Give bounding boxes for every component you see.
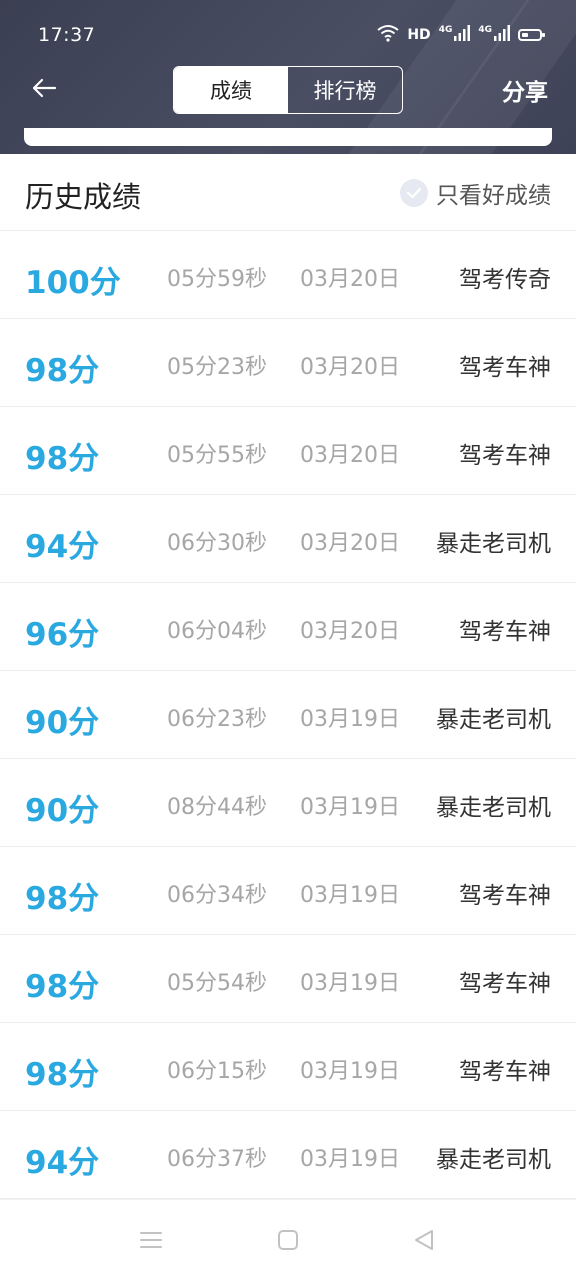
header: 17:37 HD 4G 4G 成绩 排行榜 分享 bbox=[0, 0, 576, 154]
triangle-back-icon bbox=[413, 1229, 435, 1255]
record-title: 暴走老司机 bbox=[436, 1147, 551, 1173]
record-title: 驾考车神 bbox=[459, 443, 551, 469]
record-score: 90分 bbox=[25, 705, 100, 741]
list-item[interactable]: 90分 06分23秒 03月19日 暴走老司机 bbox=[0, 671, 576, 759]
record-date: 03月19日 bbox=[300, 1147, 400, 1172]
record-duration: 06分37秒 bbox=[167, 1147, 267, 1172]
record-score: 90分 bbox=[25, 793, 100, 829]
arrow-left-icon bbox=[31, 77, 57, 103]
score-history-list: 100分 05分59秒 03月20日 驾考传奇 98分 05分23秒 03月20… bbox=[0, 231, 576, 1199]
record-date: 03月20日 bbox=[300, 355, 400, 380]
list-item[interactable]: 98分 05分23秒 03月20日 驾考车神 bbox=[0, 319, 576, 407]
list-item[interactable]: 98分 05分54秒 03月19日 驾考车神 bbox=[0, 935, 576, 1023]
record-date: 03月19日 bbox=[300, 707, 400, 732]
record-duration: 06分15秒 bbox=[167, 1059, 267, 1084]
record-duration: 08分44秒 bbox=[167, 795, 267, 820]
record-score: 98分 bbox=[25, 1057, 100, 1093]
record-title: 暴走老司机 bbox=[436, 531, 551, 557]
screen: 17:37 HD 4G 4G 成绩 排行榜 分享 历史成绩 只看好成绩 100分… bbox=[0, 0, 576, 1280]
list-item[interactable]: 94分 06分30秒 03月20日 暴走老司机 bbox=[0, 495, 576, 583]
record-date: 03月20日 bbox=[300, 531, 400, 556]
record-date: 03月19日 bbox=[300, 795, 400, 820]
nav-menu-button[interactable] bbox=[133, 1224, 169, 1260]
record-duration: 05分59秒 bbox=[167, 267, 267, 292]
record-score: 98分 bbox=[25, 969, 100, 1005]
list-item[interactable]: 94分 06分37秒 03月19日 暴走老司机 bbox=[0, 1111, 576, 1199]
record-date: 03月19日 bbox=[300, 971, 400, 996]
record-score: 98分 bbox=[25, 441, 100, 477]
check-circle-icon bbox=[400, 179, 428, 207]
section-header: 历史成绩 只看好成绩 bbox=[0, 154, 576, 231]
record-title: 暴走老司机 bbox=[436, 707, 551, 733]
nav-home-button[interactable] bbox=[270, 1224, 306, 1260]
record-date: 03月20日 bbox=[300, 443, 400, 468]
record-duration: 06分34秒 bbox=[167, 883, 267, 908]
record-date: 03月19日 bbox=[300, 883, 400, 908]
network-label: HD bbox=[407, 27, 431, 43]
record-title: 驾考车神 bbox=[459, 1059, 551, 1085]
filter-label: 只看好成绩 bbox=[436, 183, 551, 209]
battery-icon bbox=[518, 29, 545, 41]
tab-leaderboard[interactable]: 排行榜 bbox=[288, 67, 402, 113]
list-item[interactable]: 90分 08分44秒 03月19日 暴走老司机 bbox=[0, 759, 576, 847]
tab-switcher: 成绩 排行榜 bbox=[173, 66, 403, 114]
record-score: 94分 bbox=[25, 529, 100, 565]
list-item[interactable]: 98分 05分55秒 03月20日 驾考车神 bbox=[0, 407, 576, 495]
record-title: 驾考车神 bbox=[459, 883, 551, 909]
system-nav-bar bbox=[0, 1199, 576, 1280]
record-title: 暴走老司机 bbox=[436, 795, 551, 821]
record-date: 03月20日 bbox=[300, 267, 400, 292]
good-scores-filter[interactable]: 只看好成绩 bbox=[400, 176, 551, 210]
signal-icon bbox=[494, 25, 510, 45]
list-item[interactable]: 98分 06分15秒 03月19日 驾考车神 bbox=[0, 1023, 576, 1111]
record-score: 96分 bbox=[25, 617, 100, 653]
record-title: 驾考车神 bbox=[459, 971, 551, 997]
status-bar: 17:37 HD 4G 4G bbox=[0, 0, 576, 64]
record-title: 驾考车神 bbox=[459, 619, 551, 645]
section-title: 历史成绩 bbox=[25, 180, 142, 214]
wifi-icon bbox=[377, 24, 399, 46]
record-duration: 06分04秒 bbox=[167, 619, 267, 644]
sim2-label: 4G bbox=[478, 25, 492, 35]
record-score: 100分 bbox=[25, 265, 121, 301]
signal-icon bbox=[454, 25, 471, 45]
menu-icon bbox=[140, 1230, 162, 1254]
list-item[interactable]: 100分 05分59秒 03月20日 驾考传奇 bbox=[0, 231, 576, 319]
record-duration: 06分30秒 bbox=[167, 531, 267, 556]
square-icon bbox=[277, 1229, 299, 1255]
battery-level bbox=[522, 33, 528, 37]
record-score: 94分 bbox=[25, 1145, 100, 1181]
record-score: 98分 bbox=[25, 353, 100, 389]
record-score: 98分 bbox=[25, 881, 100, 917]
status-time: 17:37 bbox=[38, 24, 96, 46]
card-edge bbox=[24, 128, 552, 146]
record-duration: 05分55秒 bbox=[167, 443, 267, 468]
tab-scores[interactable]: 成绩 bbox=[174, 67, 288, 113]
list-item[interactable]: 98分 06分34秒 03月19日 驾考车神 bbox=[0, 847, 576, 935]
status-icons: HD 4G 4G bbox=[377, 24, 545, 46]
record-title: 驾考车神 bbox=[459, 355, 551, 381]
record-date: 03月19日 bbox=[300, 1059, 400, 1084]
record-duration: 05分54秒 bbox=[167, 971, 267, 996]
record-duration: 06分23秒 bbox=[167, 707, 267, 732]
share-button[interactable]: 分享 bbox=[502, 73, 548, 107]
list-item[interactable]: 96分 06分04秒 03月20日 驾考车神 bbox=[0, 583, 576, 671]
record-title: 驾考传奇 bbox=[459, 267, 551, 293]
record-date: 03月20日 bbox=[300, 619, 400, 644]
back-button[interactable] bbox=[26, 72, 62, 108]
sim1-label: 4G bbox=[438, 25, 453, 35]
record-duration: 05分23秒 bbox=[167, 355, 267, 380]
nav-back-button[interactable] bbox=[406, 1224, 442, 1260]
